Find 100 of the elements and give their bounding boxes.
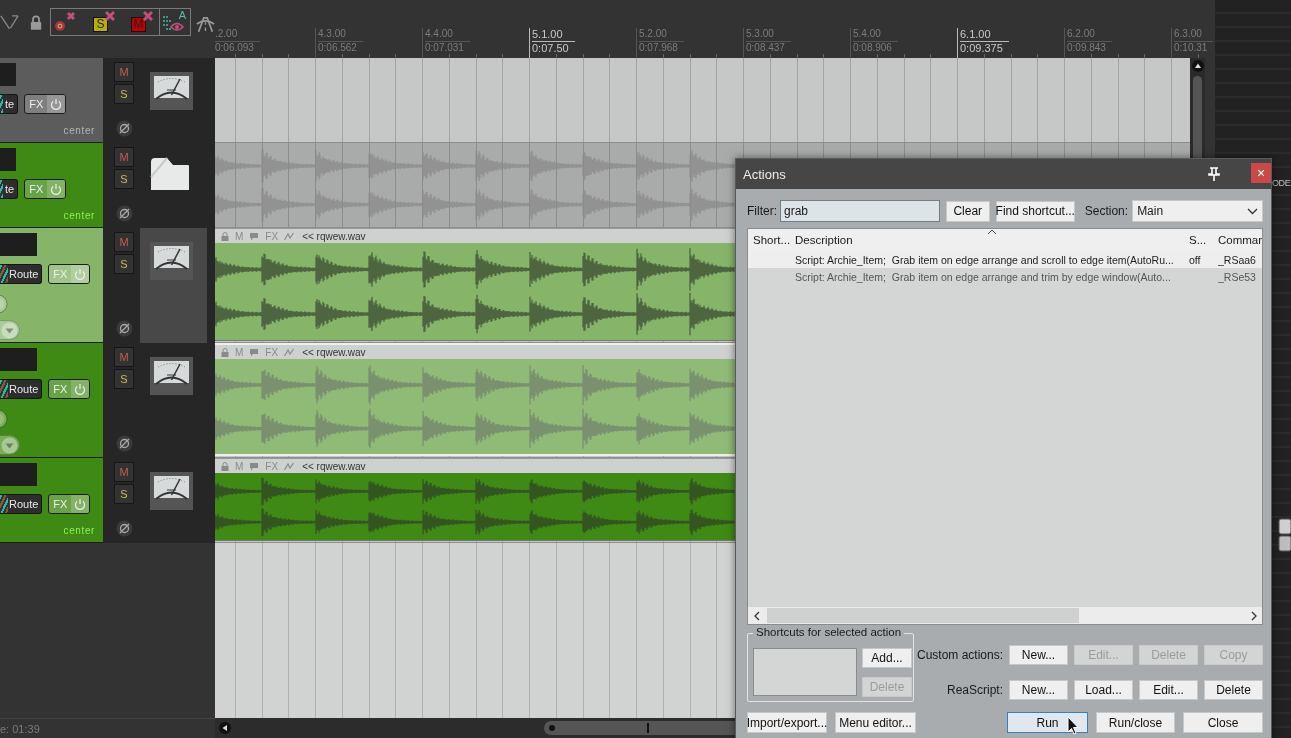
item-name: << rqwew.wav — [302, 230, 366, 242]
phase-invert-icon[interactable] — [115, 205, 133, 222]
solo-button[interactable]: S — [114, 369, 134, 389]
track-name-field[interactable] — [0, 348, 37, 371]
track-name-field[interactable] — [0, 148, 16, 171]
route-button[interactable]: te — [0, 179, 19, 199]
track-panel[interactable]: Route FX center — [0, 458, 103, 543]
lock-icon[interactable] — [221, 231, 229, 241]
close-dialog-button[interactable]: Close — [1183, 712, 1263, 733]
lock-icon[interactable] — [221, 461, 229, 471]
mouse-cursor-icon — [1067, 716, 1079, 735]
find-shortcut-button[interactable]: Find shortcut... — [995, 200, 1075, 222]
section-value: Main — [1137, 204, 1164, 218]
ruler-bar-label: .2.00 — [215, 28, 238, 40]
track-panel[interactable]: Route FX — [0, 343, 103, 458]
solo-clear-button[interactable]: S — [93, 16, 109, 32]
chevron-down-icon — [1247, 207, 1258, 215]
route-button[interactable]: Route — [0, 494, 43, 514]
column-header[interactable]: Short... — [748, 234, 794, 246]
item-name: << rqwew.wav — [302, 346, 366, 358]
column-header[interactable]: S... — [1189, 234, 1218, 246]
meter-icon[interactable] — [150, 472, 193, 510]
track-visibility-button[interactable]: A — [160, 9, 189, 35]
track-panel[interactable]: te FX center — [0, 143, 103, 228]
solo-button[interactable]: S — [114, 84, 134, 104]
ruler-time-label: 0:06.562 — [318, 41, 363, 54]
track-panel[interactable]: Route FX — [0, 228, 103, 343]
pin-icon[interactable] — [1208, 167, 1220, 181]
column-header[interactable]: Description — [794, 234, 1189, 246]
scroll-up-icon[interactable] — [1191, 60, 1204, 72]
speech-bubble-icon[interactable] — [249, 461, 260, 471]
ruler-bar-label: 6.2.00 — [1067, 28, 1095, 40]
solo-button[interactable]: S — [114, 484, 134, 504]
fader-knob-icon[interactable] — [1278, 518, 1291, 552]
phase-invert-icon[interactable] — [115, 435, 133, 452]
record-arm-clear-icon[interactable] — [53, 11, 78, 33]
action-command-id: _RSe53 — [1218, 270, 1257, 283]
crossfade-icon[interactable] — [0, 13, 19, 31]
dialog-button[interactable]: New... — [1009, 679, 1068, 700]
track-name-field[interactable] — [0, 63, 16, 86]
section-label: Section: — [1084, 204, 1129, 218]
scrollbar-thumb[interactable] — [767, 608, 1079, 623]
meter-icon[interactable] — [150, 72, 193, 110]
phase-invert-icon[interactable] — [115, 520, 133, 537]
power-icon — [47, 180, 66, 198]
dialog-button[interactable]: Load... — [1074, 679, 1133, 700]
item-name: << rqwew.wav — [302, 460, 366, 472]
lock-icon[interactable] — [221, 347, 229, 357]
meter-icon[interactable] — [150, 357, 193, 395]
shortcut-list[interactable] — [753, 648, 857, 696]
run-close-button[interactable]: Run/close — [1096, 712, 1175, 733]
ripple-edit-icon[interactable] — [196, 14, 215, 34]
dialog-button[interactable]: Delete — [1204, 679, 1263, 700]
scroll-left-icon[interactable] — [752, 610, 762, 621]
column-header[interactable]: Commar — [1218, 234, 1262, 246]
import-export-button[interactable]: Import/export... — [747, 712, 827, 733]
speech-bubble-icon[interactable] — [249, 231, 260, 241]
power-icon — [71, 380, 90, 398]
action-command-id: _RSaa6 — [1218, 253, 1257, 266]
pan-label: center — [63, 525, 96, 538]
horizontal-scrollbar[interactable] — [748, 607, 1262, 624]
caret-icon — [1, 321, 18, 339]
envelope-icon[interactable] — [284, 347, 295, 357]
route-button[interactable]: te — [0, 94, 19, 114]
phase-invert-icon[interactable] — [115, 320, 133, 337]
add-shortcut-button[interactable]: Add... — [862, 648, 912, 668]
dialog-title: Actions — [743, 166, 786, 182]
lock-icon[interactable] — [29, 14, 43, 31]
solo-button[interactable]: S — [114, 254, 134, 274]
close-button[interactable]: × — [1251, 163, 1271, 183]
track-name-field[interactable] — [0, 233, 37, 256]
clear-cross-icon — [105, 11, 116, 21]
fx-button[interactable]: FX — [24, 94, 67, 114]
ruler-time-label: 0:07.031 — [425, 41, 470, 54]
speech-bubble-icon[interactable] — [249, 347, 260, 357]
section-dropdown[interactable]: Main — [1132, 200, 1263, 222]
scroll-right-icon[interactable] — [1249, 610, 1259, 621]
envelope-icon[interactable] — [284, 461, 295, 471]
dialog-button[interactable]: New... — [1009, 644, 1068, 665]
clear-button[interactable]: Clear — [945, 200, 990, 222]
envelope-icon[interactable] — [284, 231, 295, 241]
solo-button[interactable]: S — [114, 169, 134, 189]
route-button[interactable]: Route — [0, 379, 43, 399]
meter-icon[interactable] — [150, 242, 193, 280]
menu-editor-button[interactable]: Menu editor... — [835, 712, 916, 733]
route-button[interactable]: Route — [0, 264, 43, 284]
track-name-field[interactable] — [0, 463, 37, 486]
power-icon — [71, 495, 90, 513]
dialog-button[interactable]: Edit... — [1139, 679, 1198, 700]
action-row[interactable]: Script: Archie_Item; Grab item on edge arrange and scroll to edge item(AutoRu... off _RSaa6 — [748, 251, 1262, 268]
sort-caret-icon — [987, 229, 997, 235]
scroll-left-icon[interactable] — [219, 722, 231, 734]
power-icon — [47, 95, 66, 113]
folder-icon[interactable] — [150, 157, 190, 191]
mixer-mode-label: ODE — [1272, 178, 1291, 188]
group-title: Shortcuts for selected action — [753, 626, 905, 638]
filter-field[interactable]: grab — [780, 200, 940, 222]
phase-invert-icon[interactable] — [115, 120, 133, 137]
run-button[interactable]: Run — [1007, 712, 1088, 733]
track-panel[interactable]: te FX center — [0, 58, 103, 143]
